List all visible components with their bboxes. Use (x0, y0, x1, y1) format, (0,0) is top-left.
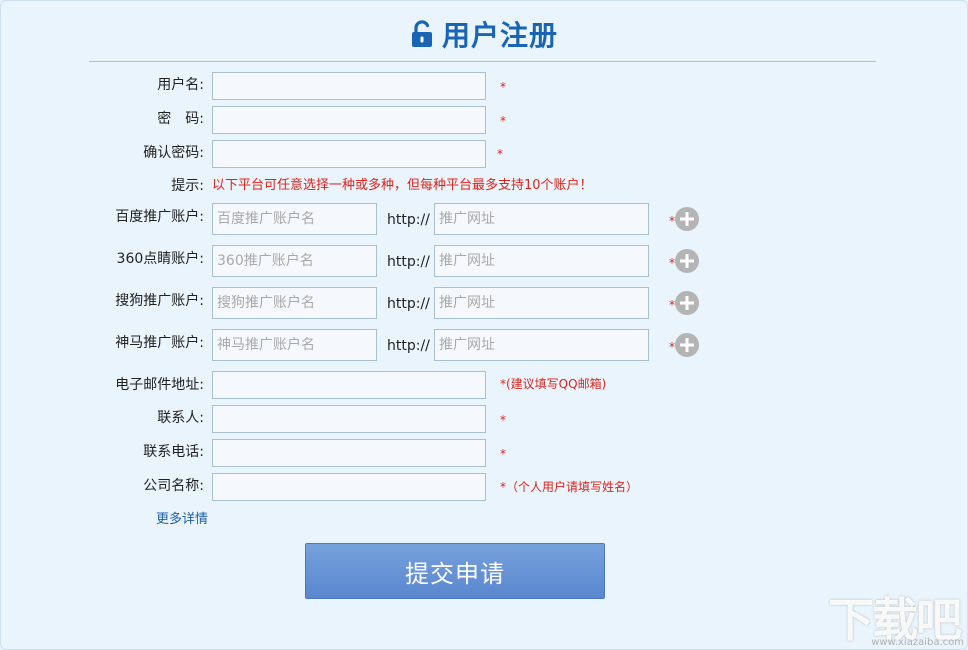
baidu-required-mark: * (669, 214, 675, 228)
confirm-password-required-mark: * (497, 147, 503, 161)
unlock-icon (410, 20, 434, 48)
phone-input[interactable] (212, 439, 486, 467)
email-note: *(建议填写QQ邮箱) (500, 377, 607, 391)
password-label: 密 码: (157, 111, 204, 127)
password-required-mark: * (500, 114, 506, 128)
company-input[interactable] (212, 473, 486, 501)
sogou-account-input[interactable] (212, 287, 377, 319)
sogou-required-mark: * (669, 298, 675, 312)
360-account-label: 360点睛账户: (116, 251, 204, 267)
page-title: 用户注册 (441, 19, 558, 52)
shenma-account-label: 神马推广账户: (115, 335, 204, 351)
contact-label: 联系人: (157, 410, 204, 426)
phone-label: 联系电话: (143, 444, 204, 460)
username-required-mark: * (500, 80, 506, 94)
sogou-account-label: 搜狗推广账户: (115, 293, 204, 309)
360-add-icon[interactable] (675, 249, 699, 273)
confirm-password-label: 确认密码: (143, 145, 204, 161)
shenma-url-input[interactable] (434, 329, 649, 361)
phone-required-mark: * (500, 447, 506, 461)
page-header: 用户注册 (0, 14, 968, 58)
email-input[interactable] (212, 371, 486, 399)
shenma-add-icon[interactable] (675, 333, 699, 357)
shenma-required-mark: * (669, 340, 675, 354)
360-required-mark: * (669, 256, 675, 270)
submit-button[interactable]: 提交申请 (305, 543, 605, 599)
username-input[interactable] (212, 72, 486, 100)
sogou-add-icon[interactable] (675, 291, 699, 315)
title-divider (89, 61, 876, 62)
baidu-account-label: 百度推广账户: (115, 209, 204, 225)
baidu-url-prefix: http:// (387, 212, 430, 228)
username-label: 用户名: (157, 77, 204, 93)
hint-label: 提示: (171, 178, 204, 194)
email-label: 电子邮件地址: (115, 377, 204, 393)
hint-text: 以下平台可任意选择一种或多种，但每种平台最多支持10个账户！ (212, 178, 593, 193)
company-label: 公司名称: (143, 478, 204, 494)
360-url-prefix: http:// (387, 254, 430, 270)
baidu-url-input[interactable] (434, 203, 649, 235)
360-url-input[interactable] (434, 245, 649, 277)
shenma-url-prefix: http:// (387, 338, 430, 354)
confirm-password-input[interactable] (212, 140, 486, 168)
shenma-account-input[interactable] (212, 329, 377, 361)
baidu-add-icon[interactable] (675, 207, 699, 231)
title-group: 用户注册 (410, 14, 558, 54)
contact-input[interactable] (212, 405, 486, 433)
more-details-link[interactable]: 更多详情 (156, 510, 208, 530)
contact-required-mark: * (500, 413, 506, 427)
baidu-account-input[interactable] (212, 203, 377, 235)
sogou-url-prefix: http:// (387, 296, 430, 312)
company-note: *（个人用户请填写姓名） (500, 480, 639, 494)
password-input[interactable] (212, 106, 486, 134)
360-account-input[interactable] (212, 245, 377, 277)
sogou-url-input[interactable] (434, 287, 649, 319)
